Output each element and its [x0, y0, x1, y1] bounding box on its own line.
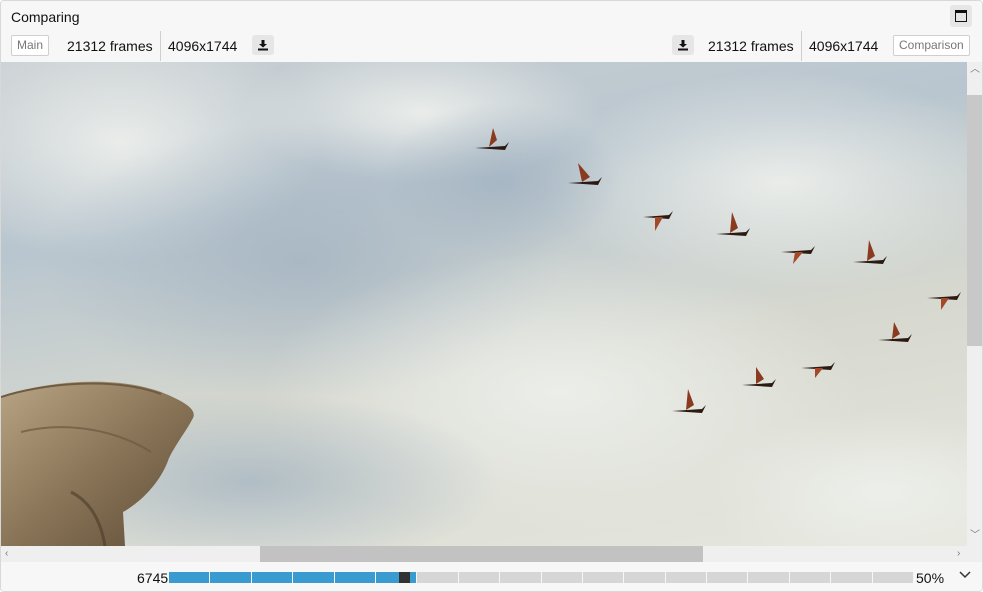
divider: [801, 31, 802, 61]
timeline-segment[interactable]: [293, 572, 334, 583]
timeline-segment[interactable]: [666, 572, 706, 583]
maximize-button[interactable]: [950, 5, 972, 27]
timeline-track[interactable]: [169, 572, 914, 583]
timeline-segment[interactable]: [376, 572, 416, 583]
maximize-icon: [955, 10, 967, 22]
timeline-segment[interactable]: [873, 572, 913, 583]
timeline-segment[interactable]: [210, 572, 251, 583]
scroll-right-icon[interactable]: ›: [957, 549, 960, 559]
playhead[interactable]: [399, 572, 410, 583]
comparison-resolution: 4096x1744: [809, 38, 879, 54]
timeline-segment[interactable]: [831, 572, 872, 583]
download-icon: [678, 40, 688, 51]
main-download-button[interactable]: [252, 35, 274, 55]
main-frames: 21312 frames: [67, 38, 153, 54]
comparison-tag[interactable]: Comparison: [893, 35, 970, 56]
chevron-down-icon[interactable]: [958, 568, 972, 582]
timeline-bar: 6745 50%: [1, 562, 982, 591]
scroll-up-icon[interactable]: ︿: [970, 65, 980, 75]
scroll-left-icon[interactable]: ‹: [5, 549, 8, 559]
timeline-segment[interactable]: [542, 572, 582, 583]
horizontal-scrollbar[interactable]: ‹ ›: [1, 546, 967, 562]
download-icon: [258, 40, 268, 51]
compare-toolbar: Main 21312 frames 4096x1744 21312 frames…: [1, 31, 982, 61]
timeline-segment[interactable]: [583, 572, 623, 583]
window-title: Comparing: [11, 9, 80, 25]
comparison-frames: 21312 frames: [708, 38, 794, 54]
comparison-download-button[interactable]: [672, 35, 694, 55]
current-frame: 6745: [137, 570, 169, 586]
title-bar: Comparing: [1, 1, 982, 31]
scroll-down-icon[interactable]: ﹀: [970, 531, 980, 541]
divider: [160, 31, 161, 61]
timeline-segment[interactable]: [459, 572, 499, 583]
vertical-scrollbar[interactable]: ︿ ﹀: [967, 62, 982, 546]
timeline-segment[interactable]: [500, 572, 541, 583]
vertical-scroll-thumb[interactable]: [967, 95, 982, 346]
frame-image: [1, 62, 967, 546]
timeline-segment[interactable]: [417, 572, 458, 583]
timeline-segment[interactable]: [748, 572, 789, 583]
timeline-segment[interactable]: [707, 572, 747, 583]
video-frame-viewer[interactable]: [1, 62, 967, 546]
timeline-segment[interactable]: [252, 572, 292, 583]
timeline-segment[interactable]: [624, 572, 665, 583]
main-tag[interactable]: Main: [11, 35, 50, 56]
zoom-level: 50%: [916, 570, 945, 586]
compare-window: Comparing Main 21312 frames 4096x1744 21…: [0, 0, 983, 592]
main-resolution: 4096x1744: [168, 38, 238, 54]
scroll-corner: [967, 546, 982, 562]
timeline-segment[interactable]: [169, 572, 209, 583]
timeline-segment[interactable]: [335, 572, 375, 583]
horizontal-scroll-thumb[interactable]: [260, 546, 703, 562]
timeline-segment[interactable]: [790, 572, 830, 583]
